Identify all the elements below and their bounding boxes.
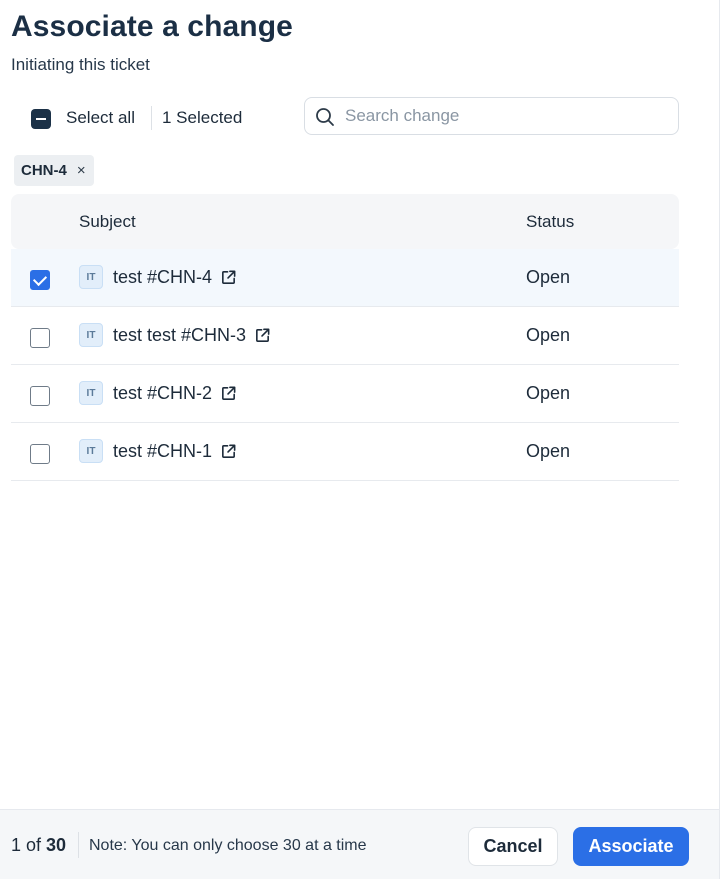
row-status: Open: [526, 325, 571, 345]
associate-button[interactable]: Associate: [573, 827, 689, 866]
external-link-icon[interactable]: [254, 327, 271, 344]
table-header: Subject Status: [11, 194, 679, 249]
external-link-icon[interactable]: [220, 443, 237, 460]
row-status: Open: [526, 267, 571, 287]
column-header-status: Status: [526, 212, 575, 231]
footer-bar: 1 of 30 Note: You can only choose 30 at …: [0, 809, 719, 879]
it-badge: IT: [79, 439, 103, 463]
it-badge: IT: [79, 381, 103, 405]
it-badge: IT: [79, 265, 103, 289]
table-row[interactable]: IT test #CHN-2 Open: [11, 365, 679, 423]
row-subject-text[interactable]: test #CHN-4: [113, 267, 212, 288]
selection-toolbar: Select all 1 Selected: [0, 96, 690, 138]
counter-prefix: 1 of: [11, 835, 47, 855]
counter-total: 30: [46, 835, 67, 855]
search-box[interactable]: [304, 97, 679, 135]
limit-note: Note: You can only choose 30 at a time: [89, 837, 367, 854]
table-row[interactable]: IT test #CHN-4 Open: [11, 249, 679, 307]
external-link-icon[interactable]: [220, 385, 237, 402]
footer-divider: [78, 832, 79, 858]
associate-change-panel: Associate a change Initiating this ticke…: [0, 0, 720, 879]
page-title: Associate a change: [11, 10, 293, 43]
cancel-button[interactable]: Cancel: [468, 827, 558, 866]
column-header-subject: Subject: [79, 212, 136, 231]
table-row[interactable]: IT test #CHN-1 Open: [11, 423, 679, 481]
page-subtitle: Initiating this ticket: [11, 55, 150, 74]
row-checkbox[interactable]: [30, 328, 50, 348]
row-checkbox[interactable]: [30, 386, 50, 406]
row-subject-text[interactable]: test #CHN-1: [113, 441, 212, 462]
selected-count: 1 Selected: [162, 108, 243, 127]
external-link-icon[interactable]: [220, 269, 237, 286]
close-icon[interactable]: ×: [77, 163, 86, 178]
search-icon: [316, 108, 334, 126]
table-row[interactable]: IT test test #CHN-3 Open: [11, 307, 679, 365]
row-subject[interactable]: test #CHN-1: [113, 441, 237, 462]
row-subject-text[interactable]: test #CHN-2: [113, 383, 212, 404]
row-status: Open: [526, 383, 571, 403]
search-input[interactable]: [345, 100, 665, 132]
it-badge: IT: [79, 323, 103, 347]
row-subject-text[interactable]: test test #CHN-3: [113, 325, 246, 346]
toolbar-divider: [151, 106, 152, 130]
select-all-checkbox[interactable]: [31, 109, 51, 129]
chip-label: CHN-4: [21, 162, 67, 179]
selection-counter: 1 of 30: [11, 835, 66, 856]
change-table: Subject Status IT test #CHN-4 Open IT te…: [11, 194, 679, 481]
row-subject[interactable]: test #CHN-2: [113, 383, 237, 404]
row-checkbox[interactable]: [30, 270, 50, 290]
row-subject[interactable]: test test #CHN-3: [113, 325, 271, 346]
row-status: Open: [526, 441, 571, 461]
row-checkbox[interactable]: [30, 444, 50, 464]
select-all-label[interactable]: Select all: [66, 108, 135, 128]
selected-chip: CHN-4 ×: [14, 155, 94, 186]
row-subject[interactable]: test #CHN-4: [113, 267, 237, 288]
